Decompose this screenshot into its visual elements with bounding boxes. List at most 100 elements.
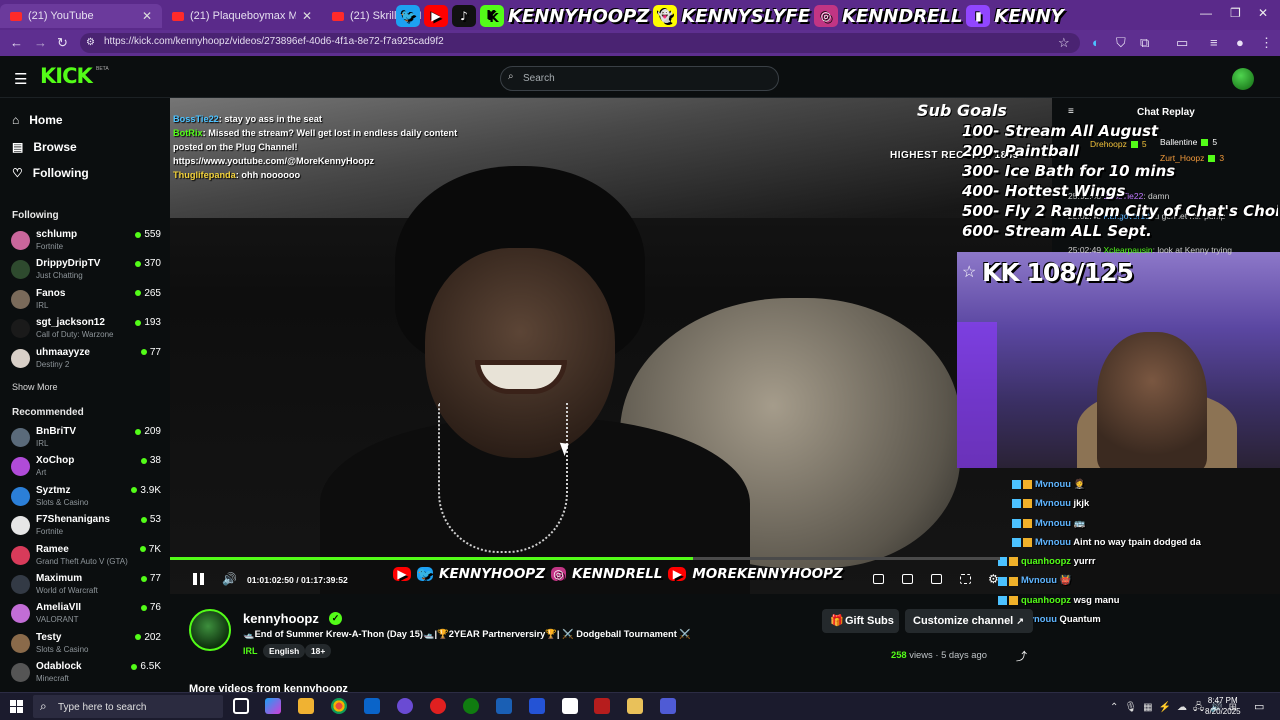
viewer-count-value: 77 — [149, 346, 161, 358]
sidebar-channel-odablock[interactable]: Odablock Minecraft 6.5K — [11, 658, 161, 686]
crown-badge-icon — [1009, 595, 1018, 605]
tag-mature[interactable]: 18+ — [305, 644, 332, 658]
customize-channel-button[interactable]: Customize channel ↗ — [905, 609, 1033, 633]
sidebar-item-home[interactable]: ⌂ Home — [12, 113, 63, 127]
tag-language[interactable]: English — [263, 644, 306, 658]
channel-name[interactable]: kennyhoopz — [243, 611, 319, 626]
social-handle: KENNYHOOPZ — [508, 5, 650, 27]
close-tab-icon[interactable]: ✕ — [302, 9, 312, 23]
hamburger-menu-icon[interactable]: ☰ — [14, 70, 27, 88]
forward-icon[interactable]: → — [34, 35, 47, 50]
capcut-icon[interactable] — [562, 698, 578, 714]
url-text[interactable]: https://kick.com/kennyhoopz/videos/27389… — [104, 36, 444, 47]
site-info-icon[interactable]: ⚙ — [86, 37, 95, 48]
pause-button[interactable] — [193, 573, 205, 585]
taskbar-clock[interactable]: 8:47 PM 8/20/2025 — [1205, 695, 1241, 717]
clip-icon[interactable] — [902, 574, 913, 584]
channel-avatar[interactable] — [189, 609, 231, 651]
live-dot-icon — [140, 604, 147, 611]
show-more-link[interactable]: Show More — [12, 382, 58, 392]
notifications-icon[interactable]: ▭ — [1254, 700, 1264, 713]
sidebar-channel-f7shenanigans[interactable]: F7Shenanigans Fortnite 53 — [11, 511, 161, 539]
viewer-count: 6.5K — [131, 661, 161, 672]
user-avatar[interactable] — [1232, 68, 1254, 90]
split-view-icon[interactable]: ▭ — [1176, 35, 1188, 51]
channel-avatar — [11, 428, 30, 447]
sidebar-channel-uhmaayyze[interactable]: uhmaayyze Destiny 2 77 — [11, 344, 161, 372]
youtube-icon — [172, 11, 184, 21]
sidebar-item-label: Following — [32, 166, 89, 180]
sidebar-channel-ameliavii[interactable]: AmeliaVII VALORANT 76 — [11, 599, 161, 627]
app-icon-blue[interactable] — [496, 698, 512, 714]
app-icon-game[interactable] — [594, 698, 610, 714]
favorites-icon[interactable]: ≡ — [1210, 35, 1218, 50]
sidebar-channel-bnbritv[interactable]: BnBriTV IRL 209 — [11, 423, 161, 451]
bookmark-star-icon[interactable]: ☆ — [1058, 35, 1070, 51]
chrome-icon[interactable] — [331, 698, 347, 714]
chat-text: 👹 — [1059, 574, 1072, 586]
app-icon-tiles[interactable] — [529, 698, 545, 714]
more-menu-icon[interactable]: ⋮ — [1260, 35, 1273, 51]
volume-icon[interactable]: 🔊 — [222, 572, 237, 586]
channel-category: Fortnite — [36, 242, 64, 251]
sidebar-item-label: Browse — [33, 140, 77, 154]
scene-chain — [438, 403, 568, 553]
youtube-icon: ▶ — [393, 567, 411, 581]
channel-category: IRL — [36, 439, 49, 448]
customize-label: Customize channel — [913, 615, 1014, 627]
channel-name: schlump — [36, 229, 78, 240]
app-icon-red[interactable] — [430, 698, 446, 714]
chat-line: BotRix: Missed the stream? Well get lost… — [173, 126, 473, 168]
windows-start-icon[interactable] — [10, 700, 23, 713]
sidebar-channel-xochop[interactable]: XoChop Art 38 — [11, 452, 161, 480]
chat-line: BossTie22: stay yo ass in the seat — [173, 112, 473, 126]
close-window-icon[interactable]: ✕ — [1258, 6, 1268, 20]
theater-mode-icon[interactable] — [931, 574, 942, 584]
share-icon[interactable]: ⤴ — [1016, 648, 1027, 664]
outlook-icon[interactable] — [364, 698, 380, 714]
close-tab-icon[interactable]: ✕ — [142, 9, 152, 23]
viewer-count: 76 — [140, 602, 161, 614]
xbox-icon[interactable] — [463, 698, 479, 714]
extension-icon[interactable]: ◐ — [1092, 35, 1100, 50]
sidebar-channel-ramee[interactable]: Ramee Grand Theft Auto V (GTA) 7K — [11, 541, 161, 569]
channel-avatar — [11, 604, 30, 624]
app-icon[interactable] — [397, 698, 413, 714]
gift-subs-button[interactable]: 🎁 Gift Subs — [822, 609, 899, 633]
viewer-count-value: 76 — [149, 602, 161, 614]
tab-youtube[interactable]: (21) YouTube ✕ — [0, 4, 162, 28]
category-link[interactable]: IRL — [243, 646, 258, 656]
extensions-icon[interactable]: ⧉ — [1140, 35, 1149, 51]
extension-shield-icon[interactable]: ⛉ — [1116, 35, 1126, 51]
youtube-icon — [332, 11, 344, 21]
copilot-icon[interactable] — [265, 698, 281, 714]
home-icon: ⌂ — [12, 113, 20, 127]
sidebar-channel-syztmz[interactable]: Syztmz Slots & Casino 3.9K — [11, 482, 161, 510]
file-explorer-icon[interactable] — [627, 698, 643, 714]
task-view-icon[interactable] — [233, 698, 249, 714]
reload-icon[interactable]: ↻ — [57, 35, 68, 51]
sidebar-item-following[interactable]: ♡ Following — [12, 166, 89, 180]
miniplayer-icon[interactable] — [873, 574, 884, 584]
channel-category: World of Warcraft — [36, 586, 98, 595]
sidebar-item-browse[interactable]: ▤ Browse — [12, 140, 77, 154]
sidebar-channel-drippydriptv[interactable]: DrippyDripTV Just Chatting 370 — [11, 255, 161, 283]
minimize-icon[interactable]: — — [1200, 6, 1212, 20]
sidebar-channel-fanos[interactable]: Fanos IRL 265 — [11, 285, 161, 313]
restore-icon[interactable]: ❐ — [1230, 6, 1241, 20]
chat-menu-icon[interactable]: ≡ — [1068, 106, 1074, 117]
twitter-icon: 🐦 — [417, 567, 433, 581]
sidebar-channel-sgt_jackson12[interactable]: sgt_jackson12 Call of Duty: Warzone 193 — [11, 314, 161, 342]
sidebar-channel-maximum[interactable]: Maximum World of Warcraft 77 — [11, 570, 161, 598]
sidebar-item-label: Home — [29, 113, 63, 127]
store-icon[interactable] — [298, 698, 314, 714]
settings-gear-icon[interactable]: ⚙ — [988, 572, 999, 586]
sidebar-channel-testy[interactable]: Testy Slots & Casino 202 — [11, 629, 161, 657]
tab-plaqueboymax[interactable]: (21) Plaqueboymax Makes Bang ✕ — [162, 4, 322, 28]
app-icon-purple[interactable] — [660, 698, 676, 714]
sidebar-channel-schlump[interactable]: schlump Fortnite 559 — [11, 226, 161, 254]
kick-logo[interactable]: KICK — [40, 64, 93, 88]
fullscreen-icon[interactable] — [960, 574, 971, 584]
profile-avatar[interactable]: ● — [1236, 35, 1244, 50]
back-icon[interactable]: ← — [10, 35, 23, 50]
